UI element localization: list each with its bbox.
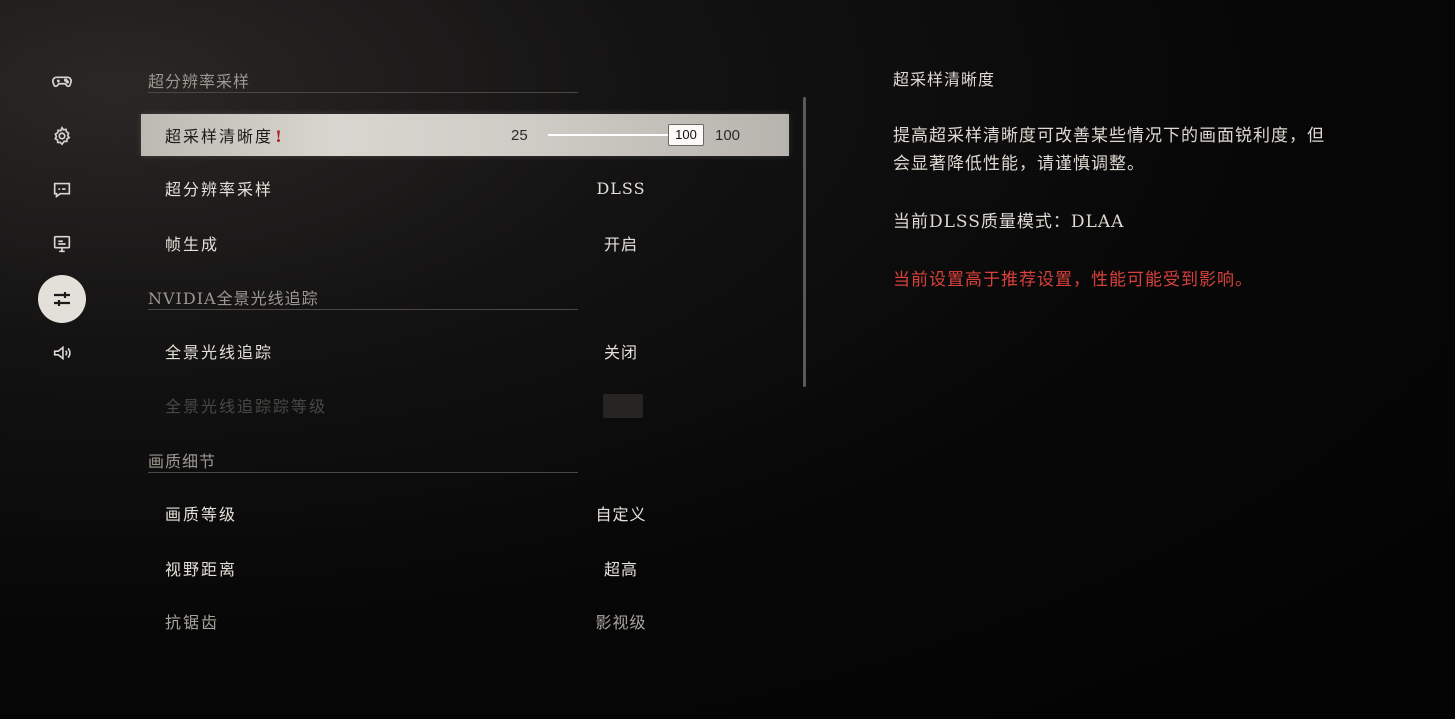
list-scrollbar[interactable] [803, 97, 806, 387]
setting-label: 超分辨率采样 [165, 180, 274, 199]
section-header-quality: 画质细节 [148, 448, 578, 473]
slider-min-label: 25 [511, 126, 528, 144]
setting-row-path-tracing[interactable]: 全景光线追踪 关闭 [141, 330, 789, 372]
description-body: 提高超采样清晰度可改善某些情况下的画面锐利度，但会显著降低性能，请谨慎调整。 [893, 126, 1325, 174]
subtitles-icon[interactable] [38, 166, 86, 214]
setting-row-frame-generation[interactable]: 帧生成 开启 [141, 222, 789, 264]
slider-thumb[interactable]: 100 [668, 124, 704, 146]
setting-label: 画质等级 [165, 505, 238, 524]
setting-label: 全景光线追踪踪等级 [165, 397, 328, 416]
setting-label: 超采样清晰度! [165, 127, 285, 146]
disabled-value-box [603, 394, 643, 418]
setting-value: 自定义 [595, 505, 647, 524]
setting-row-upscaling[interactable]: 超分辨率采样 DLSS [141, 167, 789, 209]
setting-value: 超高 [603, 560, 638, 579]
section-header-raytracing: NVIDIA全景光线追踪 [148, 285, 578, 310]
setting-value: DLSS [596, 178, 646, 198]
monitor-icon[interactable] [38, 220, 86, 268]
description-title: 超采样清晰度 [893, 70, 996, 89]
description-warning: 当前设置高于推荐设置，性能可能受到影响。 [893, 270, 1253, 290]
setting-label: 全景光线追踪 [165, 343, 274, 362]
gear-icon[interactable] [38, 112, 86, 160]
setting-row-anti-aliasing[interactable]: 抗锯齿 影视级 [141, 600, 789, 642]
setting-row-quality-level[interactable]: 画质等级 自定义 [141, 492, 789, 534]
setting-label: 视野距离 [165, 560, 238, 579]
gamepad-icon[interactable] [38, 57, 86, 105]
setting-label: 帧生成 [165, 235, 220, 254]
setting-row-sharpness[interactable]: 超采样清晰度! 25 100 100 [141, 114, 789, 156]
warning-mark: ! [275, 127, 285, 146]
setting-row-path-tracing-level: 全景光线追踪踪等级 [141, 384, 789, 426]
setting-value: 开启 [603, 235, 638, 254]
graphics-sliders-icon[interactable] [38, 275, 86, 323]
setting-value: 关闭 [603, 343, 638, 362]
setting-value: 影视级 [595, 613, 647, 632]
speaker-icon[interactable] [38, 329, 86, 377]
section-header-upscaling: 超分辨率采样 [148, 68, 578, 93]
setting-row-view-distance[interactable]: 视野距离 超高 [141, 547, 789, 589]
description-dlss-mode: 当前DLSS质量模式：DLAA [893, 212, 1125, 232]
setting-label: 抗锯齿 [165, 613, 220, 632]
settings-sidebar [0, 0, 124, 719]
slider-max-label: 100 [715, 126, 741, 144]
